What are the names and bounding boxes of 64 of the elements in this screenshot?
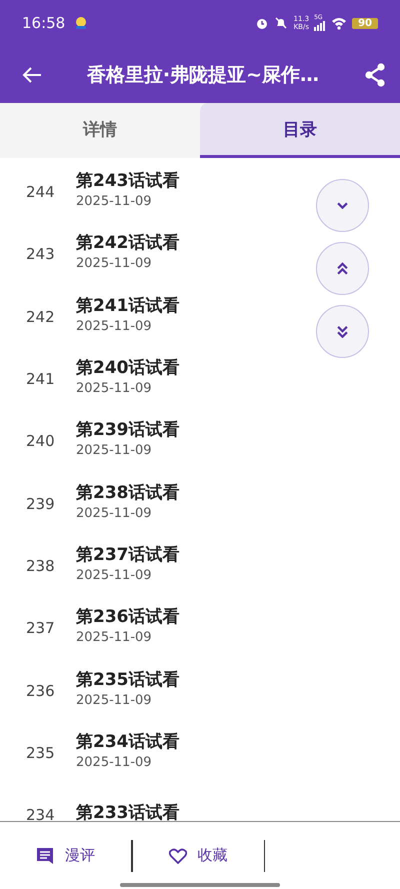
chapter-item[interactable]: 242 第241话试看 2025-11-09 — [0, 282, 400, 345]
chapter-number: 237 — [25, 618, 56, 638]
comic-title: 香格里拉·弗陇提亚~屎作… — [86, 62, 320, 88]
chapter-date: 2025-11-09 — [76, 692, 153, 708]
chapter-date: 2025-11-09 — [76, 506, 153, 521]
chapter-date: 2025-11-09 — [76, 194, 153, 210]
chapter-title: 第236话试看 — [76, 606, 180, 628]
chapter-item[interactable]: 244 第243话试看 2025-11-09 — [0, 158, 400, 220]
share-icon[interactable] — [364, 62, 386, 86]
chapter-title: 第234话试看 — [76, 730, 180, 753]
chevron-down-icon — [337, 202, 348, 209]
chapter-title: 第241话试看 — [76, 294, 180, 317]
scroll-button[interactable] — [316, 305, 369, 358]
chapter-date: 2025-11-09 — [76, 381, 153, 396]
chapter-title: 第233话试看 — [76, 802, 180, 821]
chapter-title: 第239话试看 — [76, 419, 180, 442]
comment-icon — [36, 846, 54, 864]
status-time: 16:58 — [22, 14, 66, 32]
chapter-number: 242 — [25, 306, 56, 326]
home-indicator[interactable] — [120, 883, 280, 887]
chapter-title: 第242话试看 — [76, 232, 180, 254]
chapter-date: 2025-11-09 — [76, 754, 153, 770]
scroll-button[interactable] — [316, 242, 369, 295]
chapter-item[interactable]: 238 第237话试看 2025-11-09 — [0, 532, 400, 594]
chapter-item[interactable]: 236 第235话试看 2025-11-09 — [0, 656, 400, 719]
wifi-icon — [331, 16, 348, 30]
scroll-button[interactable] — [316, 179, 369, 232]
alarm-icon — [255, 16, 270, 30]
heart-icon — [168, 848, 186, 864]
chapter-item[interactable]: 239 第238话试看 2025-11-09 — [0, 469, 400, 532]
chapter-number: 239 — [25, 494, 56, 513]
chapter-date: 2025-11-09 — [76, 318, 153, 334]
chapter-title: 第235话试看 — [76, 668, 180, 691]
chapter-date: 2025-11-09 — [76, 443, 153, 458]
chapter-date: 2025-11-09 — [76, 568, 153, 583]
chapter-date: 2025-11-09 — [76, 256, 153, 272]
bottom-action-button[interactable]: 收藏 — [132, 846, 264, 865]
bottom-action-button[interactable]: 漫评 — [36, 846, 131, 865]
double-chevron-down-icon — [337, 325, 348, 338]
back-arrow-icon[interactable] — [22, 66, 42, 84]
chapter-title: 第243话试看 — [76, 170, 180, 192]
chapter-number: 241 — [25, 369, 56, 388]
chapter-title: 第240话试看 — [76, 357, 180, 380]
chapter-number: 234 — [25, 805, 56, 821]
tab[interactable]: 目录 — [200, 103, 400, 158]
chapter-item[interactable]: 240 第239话试看 2025-11-09 — [0, 407, 400, 470]
chapter-title: 第238话试看 — [76, 482, 180, 504]
chapter-number: 235 — [25, 742, 56, 762]
double-chevron-up-icon — [337, 262, 348, 275]
chapter-number: 236 — [25, 680, 56, 700]
chapter-number: 240 — [25, 431, 56, 450]
chapter-item[interactable]: 241 第240话试看 2025-11-09 — [0, 344, 400, 408]
mute-bell-icon — [274, 16, 288, 30]
chapter-item[interactable]: 243 第242话试看 2025-11-09 — [0, 220, 400, 283]
chapter-number: 238 — [25, 556, 56, 575]
battery-level: 90 — [352, 18, 378, 28]
chapter-title: 第237话试看 — [76, 544, 180, 566]
signal-icon — [314, 21, 326, 31]
chapter-number: 244 — [25, 182, 56, 202]
chapter-item[interactable]: 237 第236话试看 2025-11-09 — [0, 594, 400, 656]
chapter-date: 2025-11-09 — [76, 630, 153, 646]
chapter-item[interactable]: 234 第233话试看 — [0, 780, 400, 821]
chapter-number: 243 — [25, 244, 56, 264]
chapter-item[interactable]: 235 第234话试看 2025-11-09 — [0, 718, 400, 781]
